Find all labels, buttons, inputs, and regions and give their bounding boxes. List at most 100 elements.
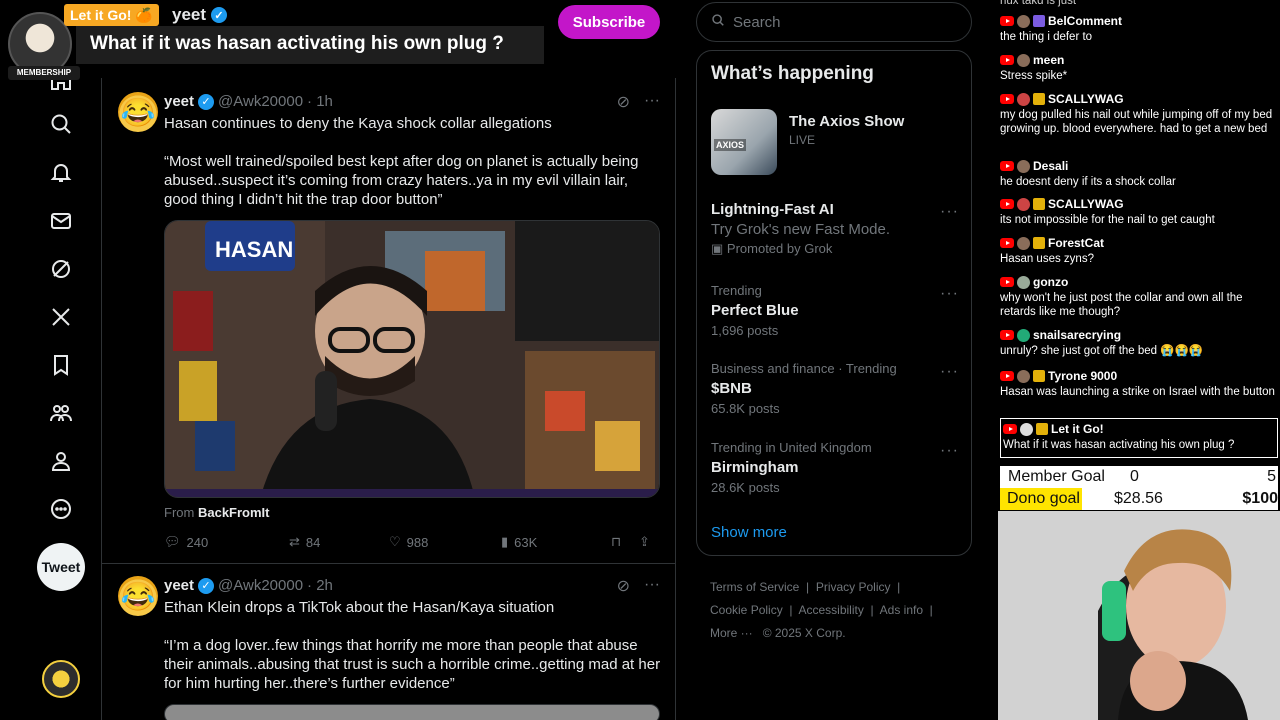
x-premium-icon[interactable] xyxy=(46,302,76,332)
chat-text: the thing i defer to xyxy=(1000,31,1093,43)
member-badge-icon xyxy=(1033,237,1045,249)
chat-text: why won't he just post the collar and ow… xyxy=(1000,292,1243,318)
tweet-time[interactable]: · 1h xyxy=(307,93,333,110)
chat-message: Tyrone 9000 Hasan was launching a strike… xyxy=(1000,368,1278,399)
tweet-video[interactable]: HASAN xyxy=(164,220,660,498)
donation-caption: What if it was hasan activating his own … xyxy=(76,26,544,64)
user-avatar xyxy=(1017,328,1030,342)
chat-username: BelComment xyxy=(1048,14,1123,28)
more-options-icon[interactable]: ··· xyxy=(644,92,660,112)
tweet-card[interactable]: 😂 yeet ✓ @Awk20000 · 1h ⊘ ··· Hasan cont… xyxy=(102,78,676,564)
communities-icon[interactable] xyxy=(46,398,76,428)
tweet-author-handle[interactable]: @Awk20000 xyxy=(218,93,303,110)
chat-username: Let it Go! xyxy=(1051,422,1104,436)
tweet-avatar-emoji[interactable]: 😂 xyxy=(118,92,158,132)
user-avatar xyxy=(1017,197,1030,211)
show-more-link[interactable]: Show more xyxy=(711,524,787,541)
live-show-title[interactable]: The Axios Show xyxy=(789,113,904,130)
chat-partial-line: nux takd is just xyxy=(1000,0,1077,7)
youtube-icon xyxy=(1000,16,1014,26)
tweet-author-name[interactable]: yeet xyxy=(164,93,194,110)
promoted-by-text: Promoted by Grok xyxy=(726,241,833,256)
member-badge-icon xyxy=(1036,423,1048,435)
tweet-headline: Hasan continues to deny the Kaya shock c… xyxy=(164,115,552,132)
bookmark-icon[interactable]: ⊓ xyxy=(611,534,639,550)
profile-icon[interactable] xyxy=(46,446,76,476)
grok-explain-icon[interactable]: ⊘ xyxy=(617,92,630,112)
notifications-icon[interactable] xyxy=(46,157,76,187)
from-source-link[interactable]: BackFromIt xyxy=(198,505,270,520)
chat-text: Stress spike* xyxy=(1000,70,1068,82)
tweet-card[interactable]: 😂 yeet ✓ @Awk20000 · 2h ⊘ ··· Ethan Klei… xyxy=(102,564,676,720)
member-badge-icon xyxy=(1033,15,1045,27)
more-footer-link[interactable]: More ··· xyxy=(710,626,753,640)
chat-text: What if it was hasan activating his own … xyxy=(1003,439,1235,451)
user-avatar xyxy=(1017,275,1030,289)
chat-username: meen xyxy=(1033,53,1065,67)
ads-info-link[interactable]: Ads info xyxy=(880,603,923,617)
trend-name: Birmingham xyxy=(711,459,799,476)
more-icon[interactable] xyxy=(46,494,76,524)
cookie-link[interactable]: Cookie Policy xyxy=(710,603,783,617)
tweet-author-name[interactable]: yeet xyxy=(164,577,194,594)
trend-category: Trending xyxy=(711,283,762,298)
grok-explain-icon[interactable]: ⊘ xyxy=(617,576,630,596)
chat-text: Hasan uses zyns? xyxy=(1000,253,1094,265)
live-show-thumbnail[interactable]: AXIOS xyxy=(711,109,777,175)
video-sign-text: HASAN xyxy=(215,237,293,262)
youtube-icon xyxy=(1003,424,1017,434)
chat-message: SCALLYWAG its not impossible for the nai… xyxy=(1000,196,1278,227)
promo-title: Lightning-Fast AI xyxy=(711,201,834,218)
member-badge-icon xyxy=(1033,198,1045,210)
account-avatar[interactable] xyxy=(42,660,80,698)
video-frame-illustration: HASAN xyxy=(165,221,659,497)
footer-links: Terms of Service | Privacy Policy | Cook… xyxy=(710,580,933,640)
member-goal-current: 0 xyxy=(1130,468,1139,485)
more-options-icon[interactable]: ··· xyxy=(940,203,959,221)
stream-overlay-header: MEMBERSHIP Let it Go! 🍊 yeet ✓ What if i… xyxy=(0,0,676,80)
bookmarks-icon[interactable] xyxy=(46,350,76,380)
tweet-author-handle[interactable]: @Awk20000 xyxy=(218,577,303,594)
retweet-button[interactable]: ⇄ 84 xyxy=(289,534,389,550)
views-button[interactable]: ▮ 63K xyxy=(501,534,611,550)
profile-header-account: yeet xyxy=(172,5,207,24)
user-avatar xyxy=(1020,422,1033,436)
chat-text: unruly? she just got off the bed 😭😭😭 xyxy=(1000,345,1204,357)
dono-goal-target: $100 xyxy=(1242,490,1278,507)
tweet-media[interactable] xyxy=(164,704,660,720)
tweet-button[interactable]: Tweet xyxy=(37,543,85,591)
more-options-icon[interactable]: ··· xyxy=(940,285,959,303)
chat-message: gonzo why won't he just post the collar … xyxy=(1000,274,1278,319)
trend-name: $BNB xyxy=(711,380,752,397)
like-button[interactable]: ♡ 988 xyxy=(389,534,501,550)
tweet-tools: ⊘ ··· xyxy=(617,576,660,596)
more-options-icon[interactable]: ··· xyxy=(644,576,660,596)
share-icon[interactable]: ⇪ xyxy=(639,534,659,550)
trend-item[interactable]: Trending Perfect Blue 1,696 posts ··· xyxy=(711,283,961,338)
more-options-icon[interactable]: ··· xyxy=(940,363,959,381)
trend-name: Perfect Blue xyxy=(711,302,799,319)
trend-item[interactable]: Trending in United Kingdom Birmingham 28… xyxy=(711,440,961,495)
messages-icon[interactable] xyxy=(46,206,76,236)
tweet-time[interactable]: · 2h xyxy=(307,577,333,594)
tweet-video-source: From BackFromIt xyxy=(164,505,270,520)
privacy-link[interactable]: Privacy Policy xyxy=(816,580,891,594)
tweet-avatar-emoji[interactable]: 😂 xyxy=(118,576,158,616)
reply-button[interactable]: 💬︎ 240 xyxy=(164,534,289,550)
user-avatar xyxy=(1017,53,1030,67)
whats-happening-panel: What’s happening AXIOS The Axios Show LI… xyxy=(696,50,972,556)
accessibility-link[interactable]: Accessibility xyxy=(799,603,864,617)
dono-goal-label: Dono goal xyxy=(1000,488,1082,510)
promoted-trend[interactable]: Lightning-Fast AI Try Grok's new Fast Mo… xyxy=(711,201,961,257)
youtube-icon xyxy=(1000,161,1014,171)
terms-link[interactable]: Terms of Service xyxy=(710,580,799,594)
grok-icon[interactable] xyxy=(46,254,76,284)
search-input[interactable]: Search xyxy=(696,2,972,42)
subscribe-button[interactable]: Subscribe xyxy=(558,5,660,39)
trend-category: Business and finance · Trending xyxy=(711,361,897,376)
more-options-icon[interactable]: ··· xyxy=(940,442,959,460)
left-navigation: Tweet xyxy=(0,0,102,720)
trend-item[interactable]: Business and finance · Trending $BNB 65.… xyxy=(711,361,961,416)
search-icon[interactable] xyxy=(46,109,76,139)
chat-message: BelComment the thing i defer to xyxy=(1000,13,1278,44)
